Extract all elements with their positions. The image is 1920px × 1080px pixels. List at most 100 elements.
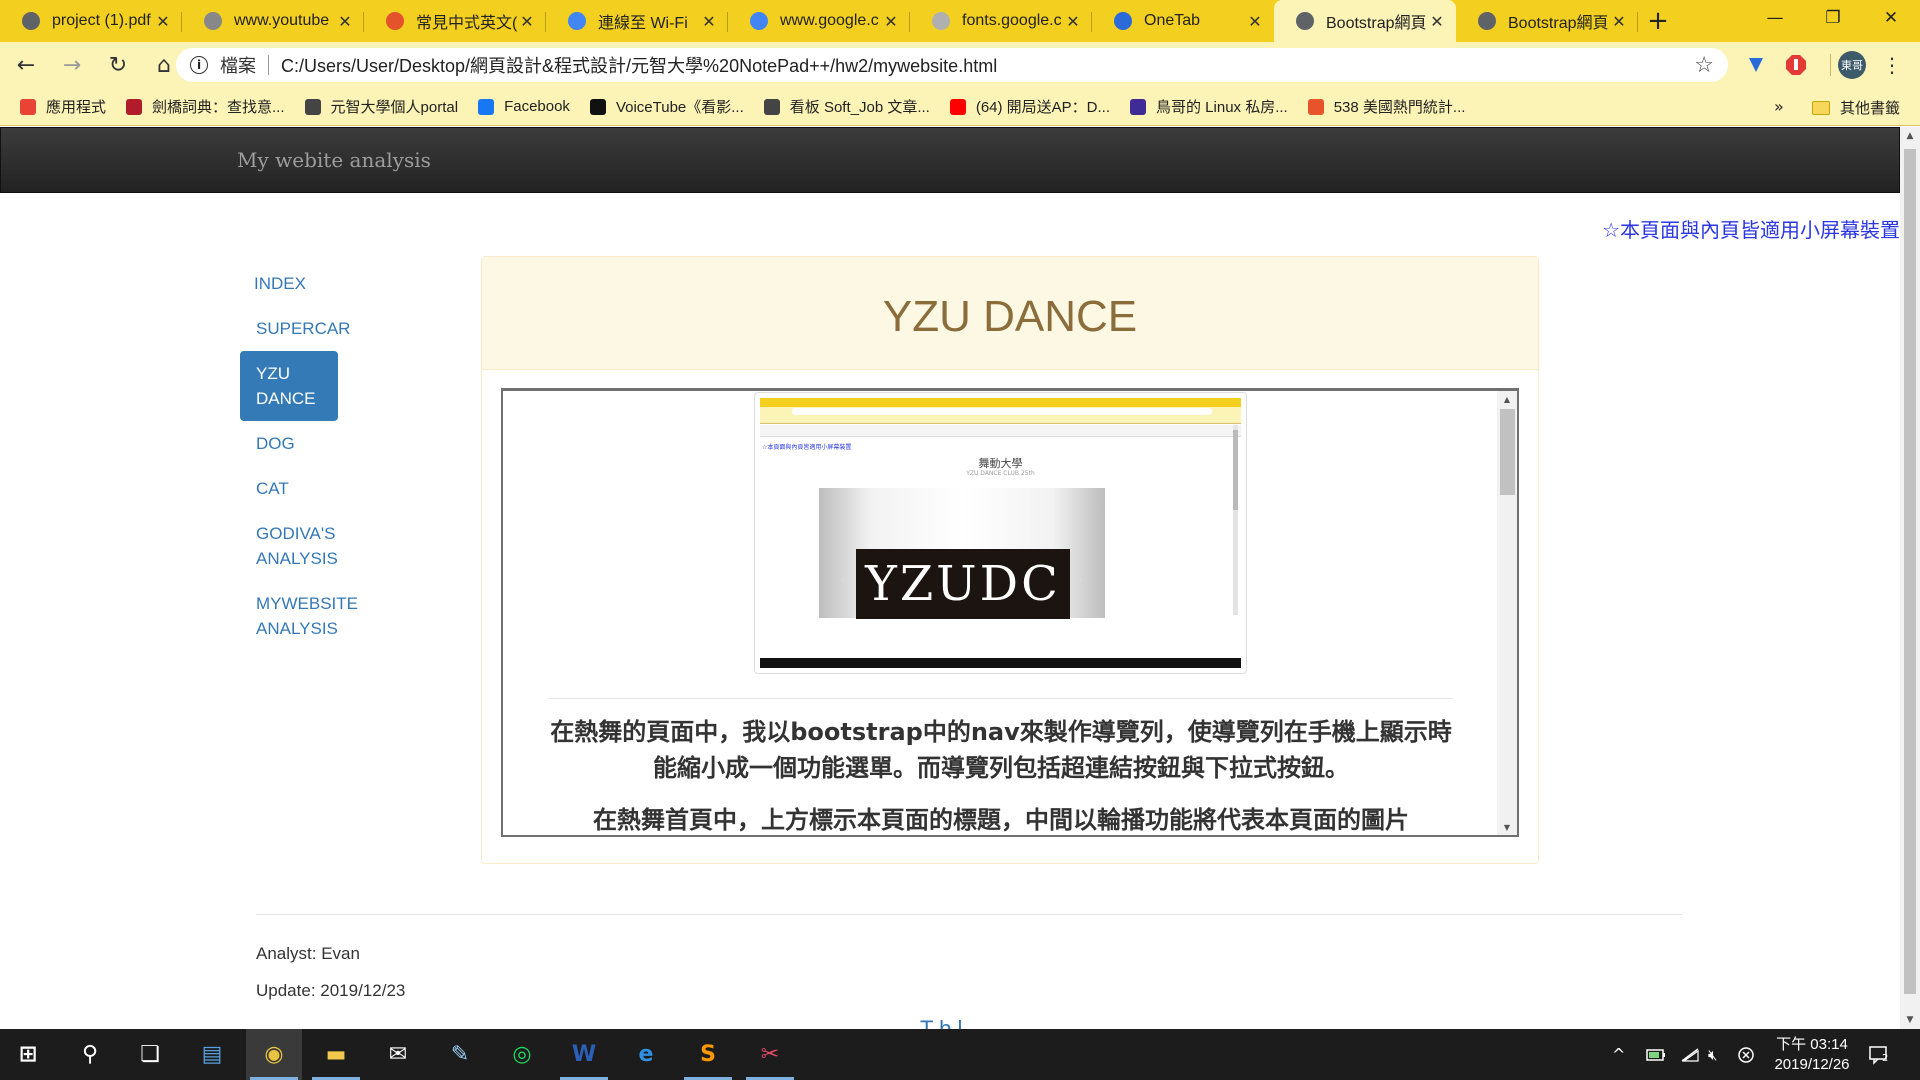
sidebar-item-yzu-dance[interactable]: YZU DANCE [240, 351, 338, 421]
new-tab-button[interactable]: + [1638, 0, 1678, 42]
start-button[interactable]: ⊞ [0, 1029, 56, 1080]
paint-app[interactable]: ✎ [432, 1029, 488, 1080]
battery-icon[interactable] [1646, 1029, 1666, 1080]
paragraph-2: 在熱舞首頁中，上方標示本頁面的標題，中間以輪播功能將代表本頁面的圖片 [593, 806, 1409, 834]
adblock-extension-icon[interactable] [1782, 51, 1810, 79]
tab-title: 連線至 Wi-Fi [598, 15, 688, 32]
profile-avatar[interactable]: 東哥 [1838, 51, 1866, 79]
tab-close-icon[interactable]: ✕ [1246, 12, 1264, 31]
back-button[interactable]: ← [6, 47, 46, 83]
tab-title: www.youtube [234, 12, 330, 29]
browser-tab[interactable]: project (1).pdf ✕ [0, 0, 182, 42]
bookmark-item[interactable]: 元智大學個人portal [304, 96, 458, 117]
preview-notice: ☆本頁面與內頁皆適用小屏幕裝置 [762, 444, 852, 451]
sidebar-item-index[interactable]: INDEX [238, 261, 358, 306]
close-window-button[interactable]: ✕ [1862, 0, 1920, 36]
forward-button[interactable]: → [52, 47, 92, 83]
bookmark-item[interactable]: Facebook [478, 98, 570, 115]
browser-tab[interactable]: 連線至 Wi-Fi ✕ [546, 0, 728, 42]
sidebar-item-mywebsite-analysis[interactable]: MYWEBSITE ANALYSIS [240, 581, 358, 651]
bookmark-item[interactable]: 鳥哥的 Linux 私房... [1130, 96, 1288, 117]
other-bookmarks-folder[interactable]: 其他書籤 [1812, 97, 1900, 118]
file-explorer-app[interactable]: ▬ [308, 1029, 364, 1080]
mail-app[interactable]: ✉ [370, 1029, 426, 1080]
bookmark-item[interactable]: (64) 開局送AP：D... [949, 96, 1111, 117]
tab-close-icon[interactable]: ✕ [1610, 12, 1628, 31]
globe-icon [22, 12, 40, 30]
browser-tab[interactable]: fonts.google.c ✕ [910, 0, 1092, 42]
site-brand[interactable]: My webite analysis [237, 148, 431, 172]
browser-tab[interactable]: 常見中式英文(✕ [364, 0, 546, 42]
sidebar-item-supercar[interactable]: SUPERCAR [240, 306, 358, 351]
reload-button[interactable]: ↻ [98, 47, 138, 83]
sidebar-item-godiva-s-analysis[interactable]: GODIVA'S ANALYSIS [240, 511, 358, 581]
maximize-button[interactable]: ❐ [1804, 0, 1862, 36]
action-center-icon[interactable]: 2 [1868, 1029, 1888, 1080]
site-info-icon[interactable]: i [190, 56, 208, 74]
bookmark-item[interactable]: VoiceTube《看影... [589, 96, 744, 117]
footer-analyst: Analyst: Evan [256, 944, 360, 963]
sidebar-item-cat[interactable]: CAT [240, 466, 358, 511]
scroll-down-icon[interactable]: ▼ [1497, 819, 1517, 835]
address-bar[interactable]: i 檔案 C:/Users/User/Desktop/網頁設計&程式設計/元智大… [176, 48, 1728, 82]
browser-tab[interactable]: Bootstrap網頁 ✕ [1274, 0, 1456, 42]
bookmark-item[interactable]: 看板 Soft_Job 文章... [763, 96, 930, 117]
menu-kebab-icon[interactable]: ⋮ [1878, 51, 1906, 79]
tab-title: www.google.c [780, 12, 879, 29]
tab-strip: project (1).pdf ✕ www.youtube ✕ 常見中式英文(✕ 連線至 … [0, 0, 1920, 42]
page-scrollbar[interactable]: ▲ ▼ [1900, 127, 1920, 1029]
ime-indicator[interactable] [1738, 1029, 1754, 1080]
notification-count: 2 [1882, 1053, 1889, 1064]
tab-close-icon[interactable]: ✕ [882, 12, 900, 31]
wifi-icon[interactable] [1680, 1029, 1700, 1080]
paragraph-1: 在熱舞的頁面中，我以bootstrap中的nav來製作導覽列，使導覽列在手機上顯… [550, 718, 1452, 782]
edge-app[interactable]: e [618, 1029, 674, 1080]
browser-tab[interactable]: OneTab ✕ [1092, 0, 1274, 42]
sublime-app[interactable]: S [680, 1029, 736, 1080]
chrome-app[interactable]: ◉ [246, 1029, 302, 1080]
iframe-scroll-thumb[interactable] [1500, 409, 1515, 495]
iframe-scrollbar[interactable]: ▲ ▼ [1497, 391, 1517, 835]
browser-tab[interactable]: www.youtube ✕ [182, 0, 364, 42]
scroll-up-icon[interactable]: ▲ [1497, 391, 1517, 407]
browser-tab[interactable]: Bootstrap網頁 ✕ [1456, 0, 1638, 42]
tab-close-icon[interactable]: ✕ [336, 12, 354, 31]
task-view-button[interactable]: ❏ [122, 1029, 178, 1080]
snip-app[interactable]: ✂ [742, 1029, 798, 1080]
page-scroll-down-icon[interactable]: ▼ [1900, 1011, 1920, 1029]
onetab-extension-icon[interactable] [1742, 51, 1770, 79]
tab-close-icon[interactable]: ✕ [154, 12, 172, 31]
tray-overflow-icon[interactable]: ^ [1612, 1029, 1625, 1080]
minimize-button[interactable]: — [1746, 0, 1804, 36]
other-bookmarks-label: 其他書籤 [1840, 100, 1901, 117]
content-panel: YZU DANCE ☆本頁面與內頁皆適用小屏幕裝置 舞動大學 YZU DANCE… [481, 256, 1539, 864]
preview-screenshot-inner: ☆本頁面與內頁皆適用小屏幕裝置 舞動大學 YZU DANCE CLUB 25th… [760, 398, 1241, 668]
bookmark-item[interactable]: 538 美國熱門統計... [1307, 96, 1465, 117]
page-scroll-thumb[interactable] [1904, 149, 1916, 994]
tab-close-icon[interactable]: ✕ [1064, 12, 1082, 31]
bookmark-item[interactable]: 應用程式 [20, 96, 106, 117]
sidebar-item-dog[interactable]: DOG [240, 421, 358, 466]
embedded-iframe[interactable]: ☆本頁面與內頁皆適用小屏幕裝置 舞動大學 YZU DANCE CLUB 25th… [501, 388, 1519, 837]
bookmarks-overflow-button[interactable]: » [1774, 97, 1784, 116]
bookmark-label: (64) 開局送AP：D... [975, 99, 1111, 116]
tab-close-icon[interactable]: ✕ [1428, 12, 1446, 31]
page-scroll-up-icon[interactable]: ▲ [1900, 127, 1920, 145]
preview-subtitle: YZU DANCE CLUB 25th [966, 470, 1035, 477]
system-clock[interactable]: 下午 03:14 2019/12/26 [1762, 1035, 1862, 1075]
spotify-app[interactable]: ◎ [494, 1029, 550, 1080]
voicetube-icon [589, 98, 606, 115]
volume-muted-icon[interactable]: 🔇︎ [1708, 1029, 1717, 1080]
globe-icon [1296, 12, 1314, 30]
word-app[interactable]: W [556, 1029, 612, 1080]
bookmark-star-icon[interactable]: ☆ [1694, 53, 1714, 78]
globe-icon [1478, 12, 1496, 30]
bookmark-item[interactable]: 劍橋詞典：查找意... [126, 96, 285, 117]
browser-tab[interactable]: www.google.c ✕ [728, 0, 910, 42]
bookmark-label: VoiceTube《看影... [615, 99, 744, 116]
search-button[interactable]: ⚲ [62, 1029, 118, 1080]
tab-close-icon[interactable]: ✕ [518, 12, 536, 31]
address-url[interactable]: C:/Users/User/Desktop/網頁設計&程式設計/元智大學%20N… [281, 52, 997, 78]
contacts-app[interactable]: ▤ [184, 1029, 240, 1080]
tab-close-icon[interactable]: ✕ [700, 12, 718, 31]
